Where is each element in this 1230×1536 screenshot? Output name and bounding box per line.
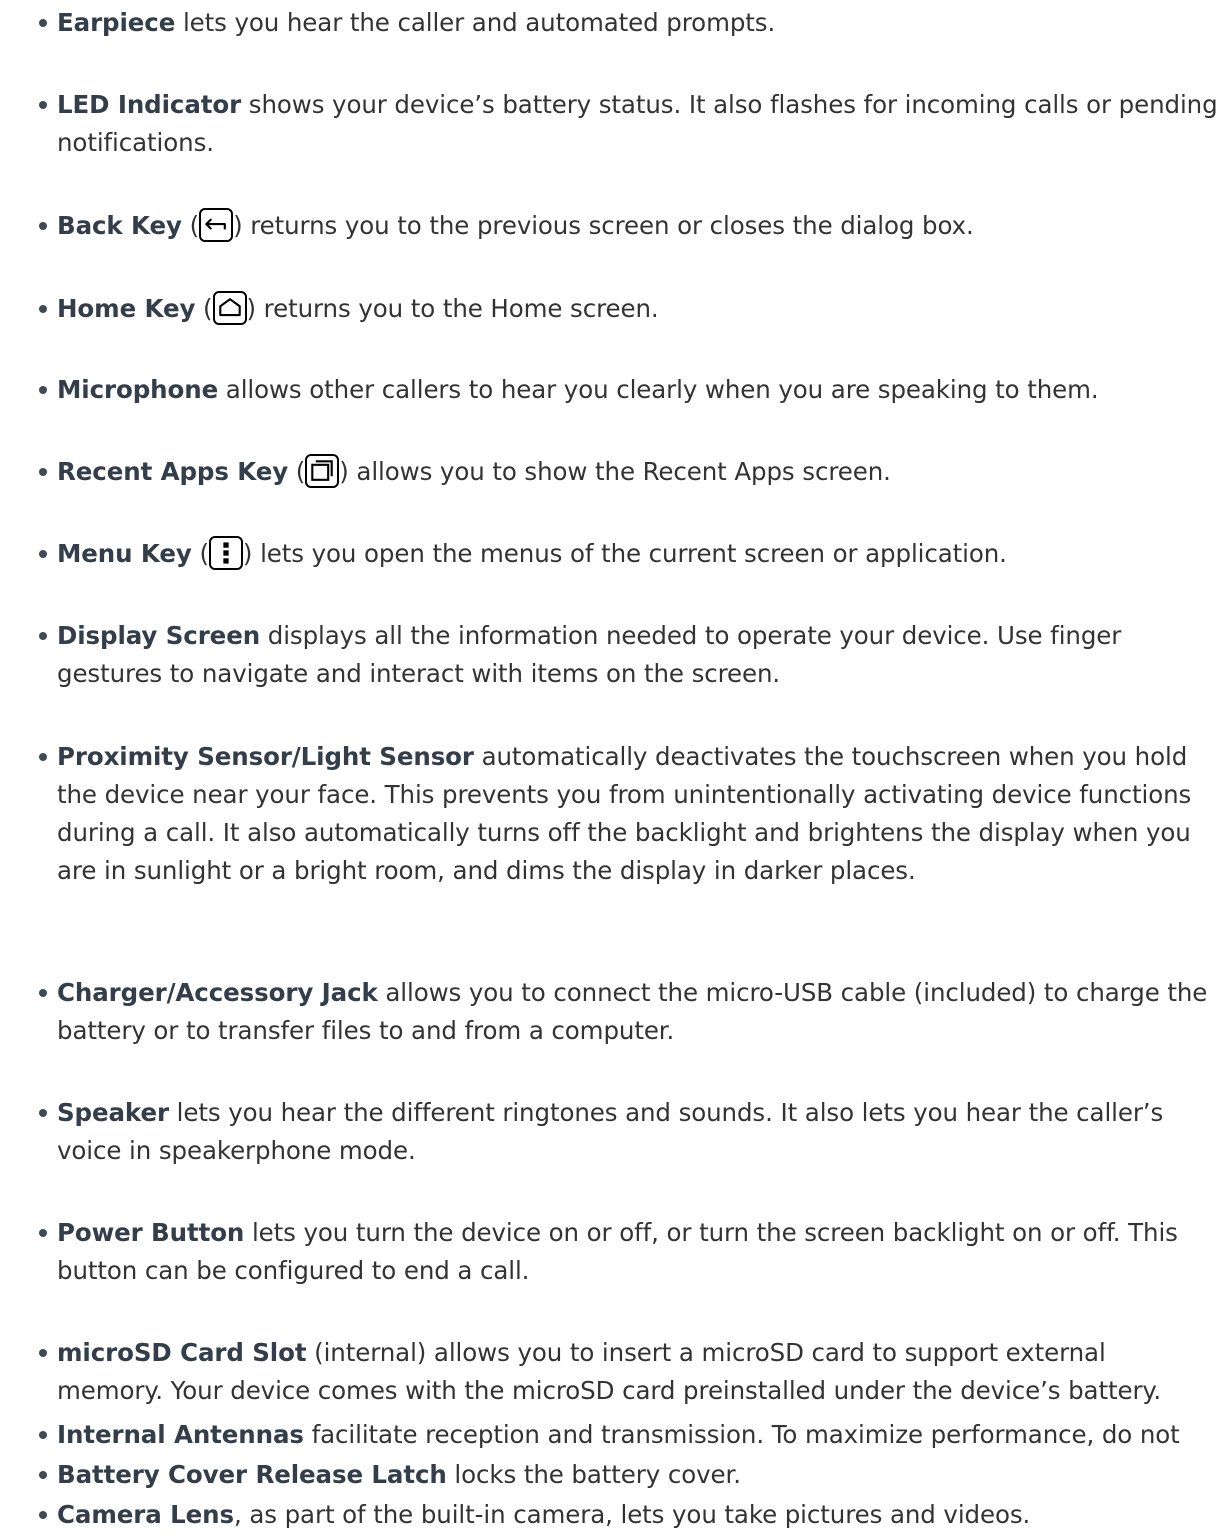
list-item-charger-jack: Charger/Accessory Jack allows you to con…	[39, 974, 1219, 1050]
list-item-internal-antennas: Internal Antennas facilitate reception a…	[39, 1416, 1219, 1454]
item-description: lets you hear the different ringtones an…	[57, 1098, 1164, 1165]
list-item-microsd-slot: microSD Card Slot (internal) allows you …	[39, 1334, 1219, 1410]
home-icon	[212, 291, 247, 325]
item-paren-open: (	[195, 294, 213, 323]
bullet	[39, 4, 59, 42]
item-term: Charger/Accessory Jack	[57, 978, 378, 1007]
item-description: ) lets you open the menus of the current…	[242, 539, 1007, 568]
item-term: Earpiece	[57, 8, 176, 37]
item-paren-open: (	[288, 457, 306, 486]
item-paren-open: (	[181, 211, 200, 240]
menu-dots-icon	[208, 536, 243, 570]
list-item-recent-apps-key: Recent Apps Key ( ) allows you to show th…	[39, 453, 1219, 491]
bullet	[39, 617, 59, 655]
list-item-power-button: Power Button lets you turn the device on…	[39, 1214, 1219, 1290]
item-description: , as part of the built-in camera, lets y…	[233, 1500, 1031, 1529]
item-term: LED Indicator	[57, 90, 242, 119]
bullet	[39, 1214, 59, 1252]
item-term: microSD Card Slot	[57, 1338, 307, 1367]
item-paren-open: (	[191, 539, 209, 568]
list-item-battery-latch: Battery Cover Release Latch locks the ba…	[39, 1456, 1219, 1494]
item-term: Home Key	[57, 294, 196, 323]
item-term: Recent Apps Key	[57, 457, 289, 486]
bullet	[39, 207, 59, 245]
bullet	[39, 1334, 59, 1372]
list-item-speaker: Speaker lets you hear the different ring…	[39, 1094, 1219, 1170]
item-description: ) allows you to show the Recent Apps scr…	[339, 457, 891, 486]
back-arrow-icon	[199, 208, 234, 242]
list-item-earpiece: Earpiece lets you hear the caller and au…	[39, 4, 1219, 42]
bullet	[39, 453, 59, 491]
list-item-proximity-sensor: Proximity Sensor/Light Sensor automatica…	[39, 738, 1219, 890]
item-description: ) returns you to the Home screen.	[246, 294, 659, 323]
bullet	[39, 535, 59, 573]
item-description: locks the battery cover.	[446, 1460, 741, 1489]
list-item-microphone: Microphone allows other callers to hear …	[39, 371, 1219, 409]
list-item-home-key: Home Key ( ) returns you to the Home scre…	[39, 290, 1219, 328]
bullet	[39, 86, 59, 124]
item-term: Microphone	[57, 375, 219, 404]
item-description: allows other callers to hear you clearly…	[218, 375, 1099, 404]
bullet	[39, 371, 59, 409]
bullet	[39, 290, 59, 328]
item-term: Proximity Sensor/Light Sensor	[57, 742, 474, 771]
item-term: Speaker	[57, 1098, 169, 1127]
item-term: Camera Lens	[57, 1500, 234, 1529]
item-term: Back Key	[57, 211, 182, 240]
item-description: lets you hear the caller and automated p…	[175, 8, 776, 37]
bullet	[39, 1416, 59, 1454]
bullet	[39, 1456, 59, 1494]
list-item-display-screen: Display Screen displays all the informat…	[39, 617, 1219, 693]
list-item-camera-lens: Camera Lens, as part of the built-in cam…	[39, 1496, 1219, 1534]
item-term: Battery Cover Release Latch	[57, 1460, 447, 1489]
item-description: ) returns you to the previous screen or …	[233, 211, 974, 240]
bullet	[39, 974, 59, 1012]
item-term: Internal Antennas	[57, 1420, 304, 1449]
item-term: Display Screen	[57, 621, 261, 650]
bullet	[39, 738, 59, 776]
bullet	[39, 1094, 59, 1132]
recent-apps-icon	[305, 454, 340, 488]
list-item-led-indicator: LED Indicator shows your device’s batter…	[39, 86, 1219, 162]
bullet	[39, 1496, 59, 1534]
item-term: Power Button	[57, 1218, 245, 1247]
list-item-menu-key: Menu Key ( ) lets you open the menus of t…	[39, 535, 1219, 573]
item-term: Menu Key	[57, 539, 192, 568]
list-item-back-key: Back Key ( ) returns you to the previous …	[39, 207, 1219, 245]
